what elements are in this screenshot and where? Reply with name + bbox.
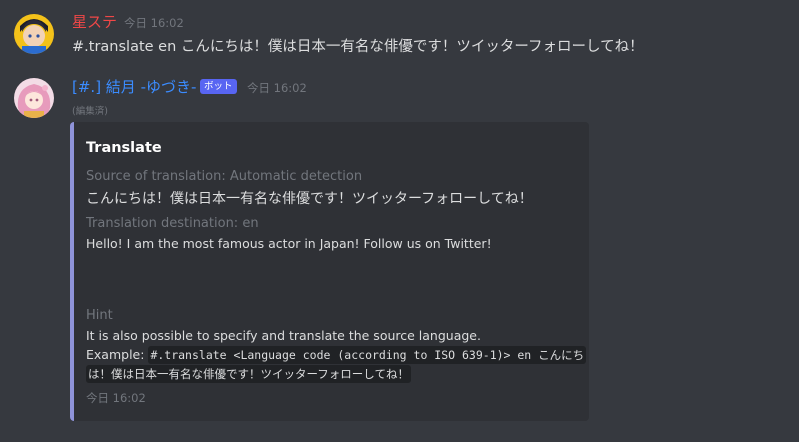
username[interactable]: [#.] 結月 -ゆづき-: [72, 76, 196, 97]
embed-field-name: Translation destination: en: [86, 216, 259, 231]
embed-field-name: Source of translation: Automatic detecti…: [86, 169, 363, 184]
bot-badge: ボット: [200, 79, 237, 94]
embed-field-value: Hello! I am the most famous actor in Jap…: [86, 236, 492, 251]
embed-title: Translate: [86, 140, 162, 156]
user-avatar[interactable]: [14, 14, 54, 54]
message-1: 星ステ 今日 16:02 #.translate en こんにちは！僕は日本一有…: [0, 0, 799, 70]
translate-embed: Translate Source of translation: Automat…: [70, 122, 589, 421]
example-label: Example:: [86, 347, 145, 362]
embed-field-value: こんにちは！僕は日本一有名な俳優です！ツイッターフォローしてね！: [86, 191, 533, 207]
edited-label: (編集済): [72, 106, 108, 117]
embed-hint-example-cont: は！僕は日本一有名な俳優です！ツイッターフォローしてね！: [86, 365, 411, 383]
example-code: #.translate <Language code (according to…: [148, 346, 587, 364]
example-code-cont: は！僕は日本一有名な俳優です！ツイッターフォローしてね！: [86, 365, 411, 383]
timestamp: 今日 16:02: [247, 81, 307, 95]
username[interactable]: 星ステ: [72, 11, 117, 32]
bot-avatar[interactable]: [14, 78, 54, 118]
embed-footer-timestamp: 今日 16:02: [86, 391, 146, 405]
embed-field-name: Hint: [86, 308, 113, 323]
message-content: #.translate en こんにちは！僕は日本一有名な俳優です！ツイッターフ…: [72, 39, 644, 55]
embed-hint-example: Example: #.translate <Language code (acc…: [86, 346, 587, 364]
timestamp: 今日 16:02: [124, 16, 184, 30]
embed-field-value: It is also possible to specify and trans…: [86, 328, 481, 343]
